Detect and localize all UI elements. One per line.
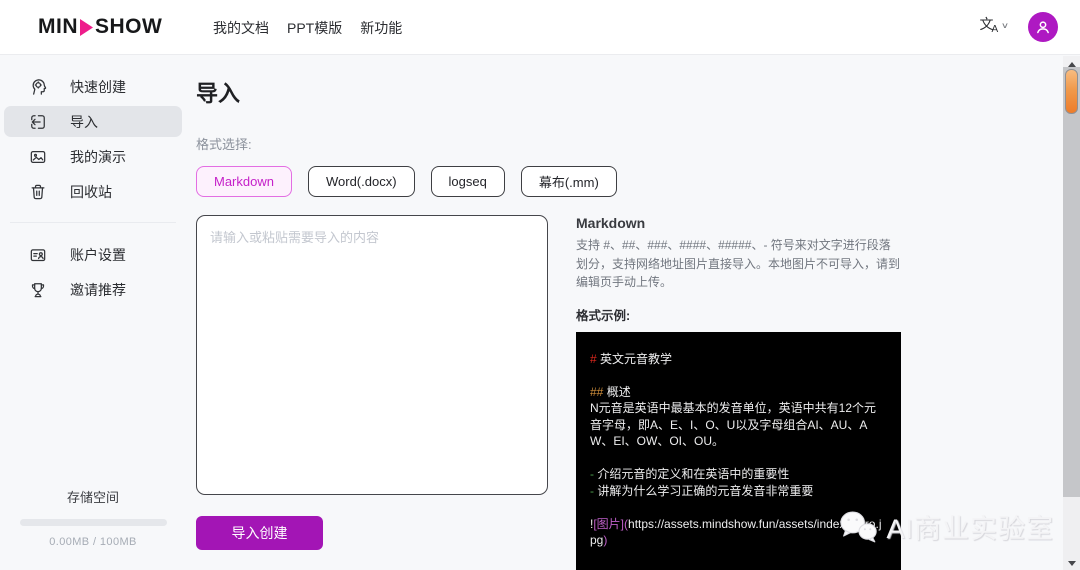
example-h2-line: ## 概述 (590, 384, 631, 399)
sidebar-item-invite-referral[interactable]: 邀请推荐 (4, 274, 182, 305)
sidebar-item-label: 导入 (70, 113, 98, 130)
help-title: Markdown (576, 215, 646, 231)
storage-title: 存储空间 (66, 490, 119, 505)
nav-my-documents[interactable]: 我的文档 (213, 18, 269, 38)
presentation-icon (30, 150, 46, 163)
scrollbar-lower-area (1063, 497, 1080, 570)
import-create-button[interactable]: 导入创建 (196, 516, 323, 550)
example-paragraph: N元音是英语中最基本的发音单位，英语中共有12个元音字母，即A、E、I、O、U以… (590, 401, 877, 449)
header: MIN SHOW 我的文档 PPT模版 新功能 文 A ∨ (0, 0, 1080, 55)
sidebar-item-quick-create[interactable]: 快速创建 (4, 71, 182, 102)
sidebar-item-account-settings[interactable]: 账户设置 (4, 239, 182, 270)
sidebar-item-label: 快速创建 (70, 78, 126, 95)
page-title: 导入 (196, 81, 241, 106)
nav-ppt-templates[interactable]: PPT模版 (287, 18, 342, 38)
arrow-down-icon (1067, 561, 1076, 566)
example-blank-line (590, 450, 887, 467)
trash-icon (31, 184, 45, 199)
scrollbar-down-button[interactable] (1063, 561, 1080, 566)
top-nav: 我的文档 PPT模版 新功能 (213, 0, 402, 55)
wechat-icon (840, 511, 878, 542)
watermark: AI商业实验室 (837, 507, 1054, 546)
vertical-scrollbar[interactable] (1063, 56, 1080, 570)
sidebar-item-import[interactable]: 导入 (4, 106, 182, 137)
main-content: 导入 格式选择: Markdown Word(.docx) logseq 幕布(… (196, 55, 1063, 570)
logo-text-left: MIN (38, 15, 78, 38)
import-icon (31, 114, 45, 129)
help-description: 支持 #、##、###、####、#####、- 符号来对文字进行段落划分，支持… (576, 238, 901, 290)
nav-new-features[interactable]: 新功能 (360, 18, 402, 38)
brain-head-icon (32, 78, 47, 95)
format-select-label: 格式选择: (196, 137, 252, 152)
example-bullet-1: - 介绍元音的定义和在英语中的重要性 (590, 467, 790, 482)
translate-icon-sub: A (991, 24, 999, 35)
logo-text-right: SHOW (95, 15, 163, 38)
storage-progress-bar (19, 519, 167, 526)
trophy-icon (31, 282, 45, 297)
example-label: 格式示例: (576, 308, 631, 323)
sidebar-item-label: 邀请推荐 (70, 281, 126, 298)
example-blank-line (590, 367, 887, 384)
format-button-markdown[interactable]: Markdown (196, 166, 292, 197)
scrollbar-up-button[interactable] (1063, 56, 1080, 67)
sidebar-item-recycle-bin[interactable]: 回收站 (4, 176, 182, 207)
storage-usage-text: 0.00MB / 100MB (49, 536, 137, 548)
id-card-icon (30, 248, 46, 261)
storage-section: 存储空间 0.00MB / 100MB (0, 487, 186, 548)
sidebar-item-my-presentations[interactable]: 我的演示 (4, 141, 182, 172)
sidebar: 快速创建 导入 我的演示 回收站 账户设置 邀请推荐 存储空间 0.00MB /… (0, 55, 186, 570)
language-switcher[interactable]: 文 A ∨ (979, 16, 1010, 35)
example-h1-line: # 英文元音教学 (590, 351, 673, 366)
format-button-mubu[interactable]: 幕布(.mm) (520, 166, 617, 197)
person-icon (1037, 21, 1049, 34)
scrollbar-thumb[interactable] (1065, 69, 1078, 114)
import-input-column: 导入创建 (196, 215, 548, 570)
import-content-textarea[interactable] (196, 215, 548, 495)
sidebar-item-label: 回收站 (70, 183, 112, 200)
format-button-logseq[interactable]: logseq (430, 166, 505, 197)
chevron-down-icon: ∨ (1000, 21, 1010, 30)
format-button-word[interactable]: Word(.docx) (307, 166, 415, 197)
logo-d-play-icon (80, 19, 93, 36)
sidebar-item-label: 我的演示 (70, 148, 126, 165)
format-options: Markdown Word(.docx) logseq 幕布(.mm) (196, 166, 1063, 197)
mindshow-logo[interactable]: MIN SHOW (38, 15, 162, 39)
user-avatar[interactable] (1028, 12, 1058, 42)
watermark-text: AI商业实验室 (886, 514, 1054, 544)
sidebar-item-label: 账户设置 (70, 246, 126, 263)
scrollbar-track[interactable] (1063, 67, 1080, 497)
sidebar-divider (10, 222, 176, 223)
example-bullet-2: - 讲解为什么学习正确的元音发音非常重要 (590, 483, 814, 498)
